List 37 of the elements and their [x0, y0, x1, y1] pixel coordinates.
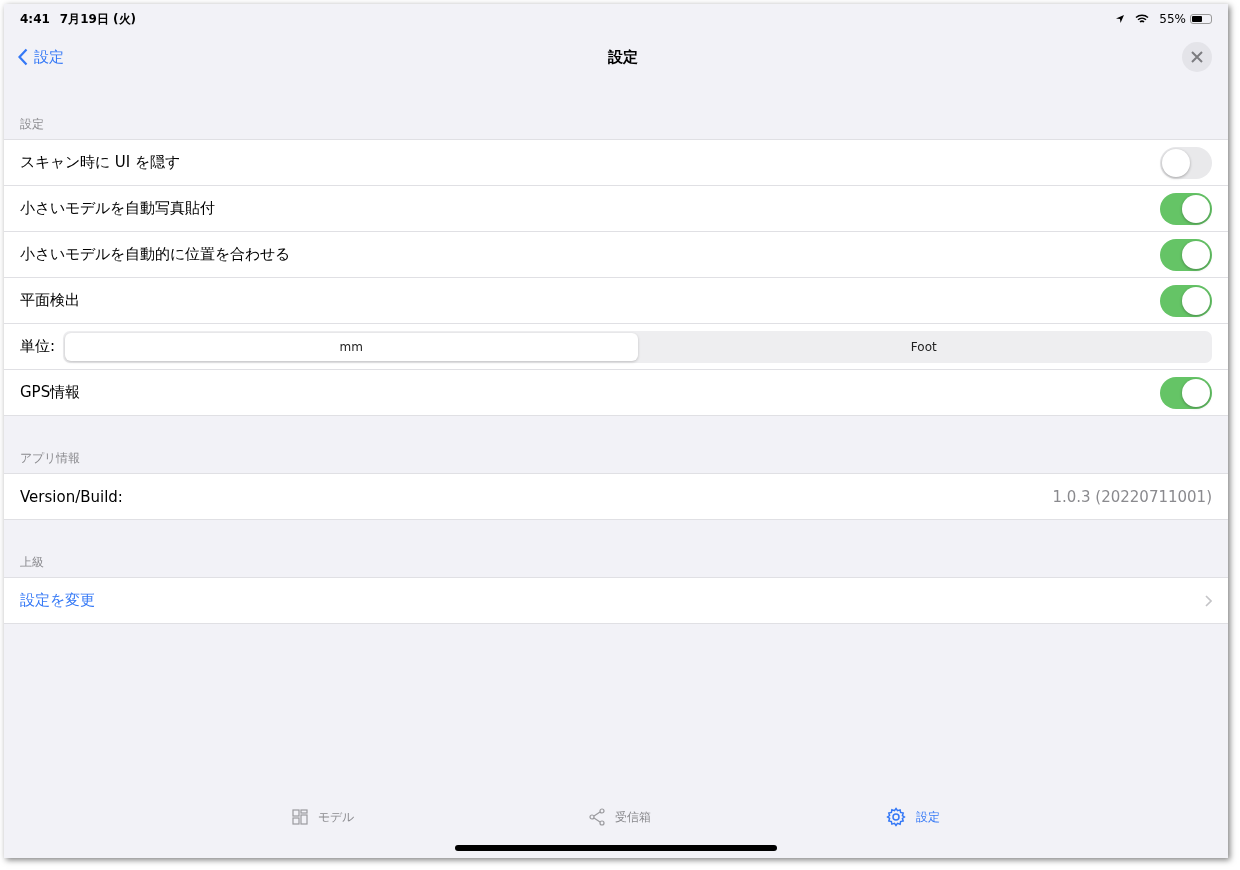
share-icon — [589, 808, 605, 826]
location-icon — [1115, 14, 1126, 24]
section-header: 設定 — [20, 117, 44, 131]
tab-item[interactable]: 受信箱 — [589, 808, 651, 826]
setting-label: 平面検出 — [20, 291, 81, 310]
tab-item[interactable]: 設定 — [886, 807, 941, 827]
toggle-switch[interactable] — [1160, 192, 1212, 225]
grid-icon — [291, 809, 308, 825]
section-header: アプリ情報 — [20, 451, 80, 465]
toggle-switch[interactable] — [1160, 284, 1212, 317]
setting-label: GPS情報 — [20, 383, 82, 402]
segment-option[interactable]: mm — [65, 332, 638, 361]
close-icon — [1191, 51, 1203, 63]
status-date: 7月19日 (火) — [59, 10, 137, 28]
toggle-switch[interactable] — [1160, 146, 1212, 179]
page-title: 設定 — [607, 47, 639, 67]
setting-label: 小さいモデルを自動写真貼付 — [20, 199, 216, 218]
chevron-left-icon — [18, 48, 28, 66]
chevron-icon — [1205, 594, 1212, 607]
segment-option[interactable]: Foot — [637, 332, 1210, 361]
toggle-switch[interactable] — [1160, 238, 1212, 271]
section-header: 上級 — [20, 555, 44, 569]
setting-value: 1.0.3 (20220711001) — [1052, 487, 1212, 506]
battery-icon — [1190, 14, 1212, 24]
setting-link[interactable]: 設定を変更 — [20, 591, 1205, 610]
setting-label: 単位: — [20, 337, 56, 356]
setting-label: Version/Build: — [20, 487, 124, 506]
setting-label: 小さいモデルを自動的に位置を合わせる — [20, 245, 291, 264]
setting-label: スキャン時に UI を隠す — [20, 153, 181, 172]
battery-percent: 55% — [1159, 12, 1186, 26]
toggle-switch[interactable] — [1160, 376, 1212, 409]
wifi-icon — [1135, 14, 1150, 24]
tab-item[interactable]: モデル — [291, 808, 354, 826]
settings-icon — [886, 807, 907, 827]
back-button[interactable]: 設定 — [18, 47, 64, 67]
close-button[interactable] — [1182, 42, 1212, 72]
status-time: 4:41 — [20, 12, 50, 26]
